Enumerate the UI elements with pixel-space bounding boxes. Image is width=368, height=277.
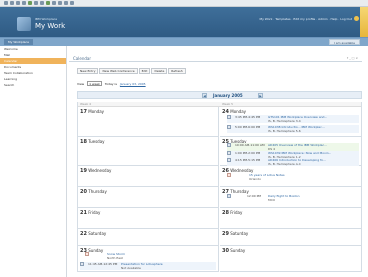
meeting-icon bbox=[227, 151, 231, 155]
week-grid: Week 4 Week 5 17 Monday 18 Tuesday 19 We… bbox=[77, 102, 362, 272]
day-25[interactable]: 25 Tuesday 10:00 AM-11:00 AM AD405 Overv… bbox=[220, 137, 361, 166]
calendar-entry[interactable]: 12:00 PM Daily flight to Boston MCO bbox=[227, 194, 359, 202]
subbar: My Workplace I am available bbox=[0, 37, 368, 46]
stop-icon[interactable] bbox=[16, 1, 20, 5]
day-30[interactable]: 30 Sunday bbox=[220, 246, 361, 272]
calendar-entry[interactable]: 11:45 AM-12:45 PM Presentation for Lotus… bbox=[80, 262, 216, 270]
meeting-icon bbox=[227, 115, 231, 119]
pane-title: Calendar bbox=[73, 56, 91, 61]
week-right-label: Week 5 bbox=[222, 102, 234, 106]
event-icon bbox=[227, 173, 231, 177]
print-icon[interactable] bbox=[64, 1, 68, 5]
refresh-button[interactable]: Refresh bbox=[168, 68, 186, 74]
pane-header: Calendar ? _ □ × bbox=[69, 54, 362, 62]
day-19[interactable]: 19 Wednesday bbox=[78, 166, 218, 187]
workplace-tag[interactable]: My Workplace bbox=[4, 39, 33, 45]
today-label: Today is bbox=[104, 81, 117, 86]
search-icon[interactable] bbox=[34, 1, 38, 5]
month-title: January 2005 bbox=[213, 93, 243, 98]
calendar-entry[interactable]: 15 years of Lotus Notes Orlando bbox=[227, 173, 359, 181]
corner-decoration bbox=[360, 7, 368, 37]
meeting-icon bbox=[227, 125, 231, 129]
page-title: My Work bbox=[35, 22, 66, 30]
flight-icon bbox=[227, 194, 231, 198]
calendar-entry[interactable]: 10:00 AM-11:00 AM AD405 Overview of the … bbox=[227, 143, 359, 151]
home-icon[interactable] bbox=[28, 1, 32, 5]
day-24[interactable]: 24 Monday 3:45 PM-4:45 PM GTS101 IBM Wor… bbox=[220, 107, 361, 137]
back-icon[interactable] bbox=[4, 1, 8, 5]
meeting-icon bbox=[80, 262, 84, 266]
view-label: View bbox=[77, 81, 85, 86]
edit-icon[interactable] bbox=[70, 1, 74, 5]
availability-status[interactable]: I am available bbox=[328, 39, 360, 45]
app-header: IBM Workplace My Work My Work · Template… bbox=[0, 7, 368, 37]
day-23[interactable]: 23 Sunday Snow Storm North East 11:45 AM… bbox=[78, 246, 218, 272]
day-17[interactable]: 17 Monday bbox=[78, 107, 218, 137]
refresh-icon[interactable] bbox=[22, 1, 26, 5]
new-entry-button[interactable]: New Entry bbox=[77, 68, 99, 74]
favorites-icon[interactable] bbox=[40, 1, 44, 5]
sidebar-item-search[interactable]: Search bbox=[0, 82, 66, 88]
user-icon bbox=[354, 16, 359, 21]
event-icon bbox=[85, 252, 89, 256]
day-21[interactable]: 21 Friday bbox=[78, 208, 218, 229]
calendar-pane: Calendar ? _ □ × New Entry New Web Confe… bbox=[67, 46, 368, 277]
calendar-entry[interactable]: Snow Storm North East bbox=[85, 252, 216, 260]
day-26[interactable]: 26 Wednesday 15 years of Lotus Notes Orl… bbox=[220, 166, 361, 187]
pane-controls[interactable]: ? _ □ × bbox=[347, 56, 358, 60]
brand-small: IBM Workplace bbox=[35, 17, 58, 21]
workplace-logo-icon bbox=[17, 17, 31, 31]
days-right-column: 24 Monday 3:45 PM-4:45 PM GTS101 IBM Wor… bbox=[220, 107, 361, 272]
calendar-actions: New Entry New Web Conference Edit Delete… bbox=[77, 68, 186, 74]
calendar-entry[interactable]: 4:15 PM-5:15 PM AD406 Introduction to De… bbox=[227, 158, 359, 166]
day-27[interactable]: 27 Thursday 12:00 PM Daily flight to Bos… bbox=[220, 187, 361, 208]
mail-icon[interactable] bbox=[58, 1, 62, 5]
days-left-column: 17 Monday 18 Tuesday 19 Wednesday 20 Thu… bbox=[78, 107, 219, 272]
edit-button[interactable]: Edit bbox=[138, 68, 151, 74]
new-web-conference-button[interactable]: New Web Conference bbox=[99, 68, 138, 74]
day-28[interactable]: 28 Friday bbox=[220, 208, 361, 229]
month-bar: ◀ January 2005 ▶ bbox=[77, 91, 362, 99]
meeting-icon bbox=[227, 158, 231, 162]
day-22[interactable]: 22 Saturday bbox=[78, 229, 218, 246]
week-left-label: Week 4 bbox=[80, 102, 92, 106]
meeting-icon bbox=[227, 143, 231, 147]
next-month-button[interactable]: ▶ bbox=[258, 93, 263, 98]
sidebar: Welcome Mail Calendar Documents Team Col… bbox=[0, 46, 67, 277]
browser-toolbar bbox=[0, 0, 368, 7]
delete-button[interactable]: Delete bbox=[151, 68, 168, 74]
today-date-link[interactable]: January 03, 2005 bbox=[120, 82, 146, 86]
view-row: View 1 week Today is January 03, 2005 bbox=[77, 81, 146, 86]
calendar-entry[interactable]: 5:00 PM-6:00 PM WS1038 Introductio... IB… bbox=[227, 125, 359, 133]
day-18[interactable]: 18 Tuesday bbox=[78, 137, 218, 166]
view-select[interactable]: 1 week bbox=[87, 81, 102, 86]
forward-icon[interactable] bbox=[10, 1, 14, 5]
media-icon[interactable] bbox=[46, 1, 50, 5]
day-20[interactable]: 20 Thursday bbox=[78, 187, 218, 208]
day-29[interactable]: 29 Saturday bbox=[220, 229, 361, 246]
prev-month-button[interactable]: ◀ bbox=[202, 93, 207, 98]
history-icon[interactable] bbox=[52, 1, 56, 5]
header-links[interactable]: My Work · Templates · Edit my profile · … bbox=[259, 17, 352, 21]
calendar-entry[interactable]: 3:45 PM-4:45 PM GTS101 IBM Workplace Ove… bbox=[227, 115, 359, 123]
